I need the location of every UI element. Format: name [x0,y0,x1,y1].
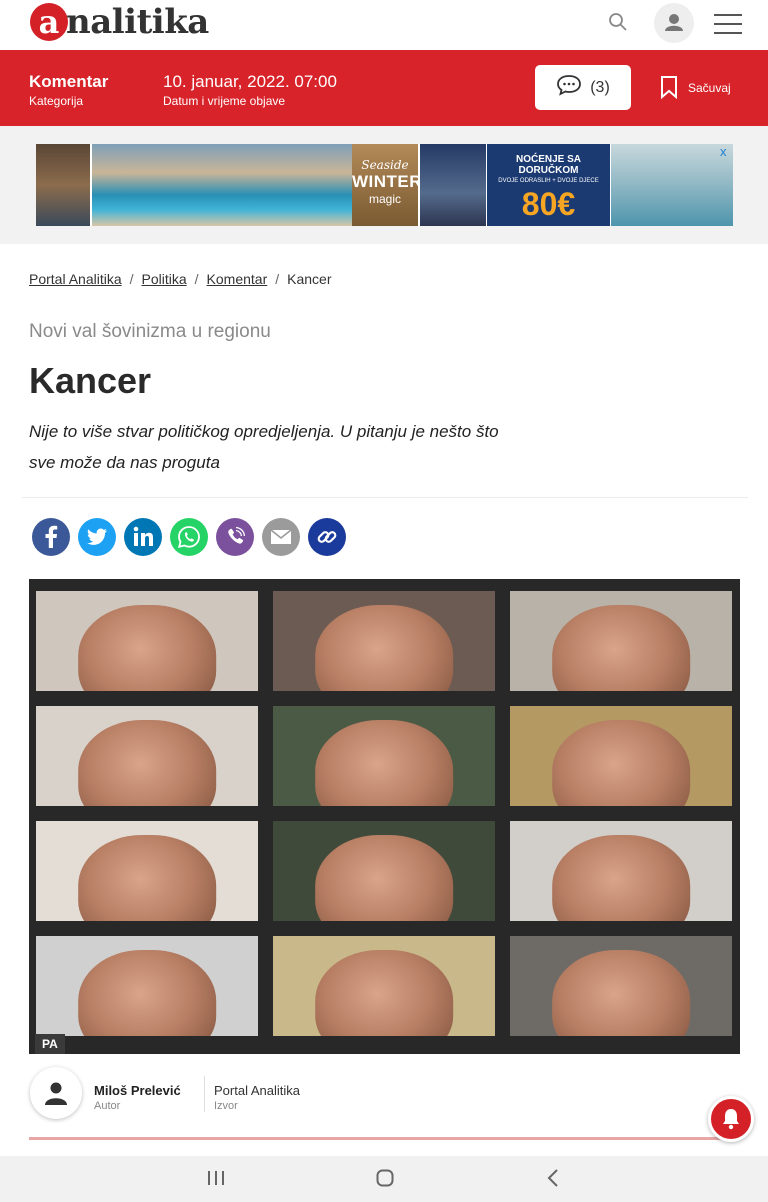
hamburger-menu-icon[interactable] [714,13,742,35]
bookmark-icon [660,75,678,102]
site-logo[interactable]: a nalitika [30,2,209,42]
whatsapp-icon[interactable] [170,518,208,556]
portrait-photo [36,706,258,806]
breadcrumb-politika[interactable]: Politika [142,271,187,287]
facebook-icon[interactable] [32,518,70,556]
portrait-photo [273,591,495,691]
top-navigation: a nalitika [0,0,768,50]
article-kicker: Novi val šovinizma u regionu [29,321,271,342]
twitter-icon[interactable] [78,518,116,556]
system-navigation-bar [0,1156,768,1202]
ad-photo-hotel [420,144,486,226]
breadcrumb-separator: / [129,271,134,287]
save-label: Sačuvaj [688,81,731,95]
viber-icon[interactable] [216,518,254,556]
ad-offer-title: NOĆENJE SA DORUČKOM [515,154,581,176]
copy-link-icon[interactable] [308,518,346,556]
search-icon[interactable] [606,10,630,34]
notification-bell-icon[interactable] [708,1096,754,1142]
email-icon[interactable] [262,518,300,556]
logo-letter: a [30,3,68,41]
breadcrumb-current: Kancer [287,271,332,287]
ad-winter-title: WINTER [352,172,423,191]
portrait-photo [36,591,258,691]
back-icon[interactable] [546,1168,560,1188]
author-avatar[interactable] [30,1067,82,1119]
publish-date: 10. januar, 2022. 07:00 [163,72,337,91]
home-icon[interactable] [375,1168,395,1188]
breadcrumb-komentar[interactable]: Komentar [207,271,268,287]
ad-winter-script: Seaside [361,158,409,172]
article-meta-bar: Komentar Kategorija 10. januar, 2022. 07… [0,50,768,126]
ad-offer-sub: DVOJE ODRASLIH + DVOJE DJECE [498,178,599,184]
share-bar [32,518,346,556]
publish-date-label: Datum i vrijeme objave [163,94,286,108]
ad-winter-sub: magic [368,192,401,206]
portrait-photo [36,821,258,921]
author-name[interactable]: Miloš Prelević [94,1083,181,1098]
author-role: Autor [94,1100,121,1112]
portrait-photo [273,706,495,806]
user-icon[interactable] [654,3,694,43]
comment-icon [556,74,582,101]
photo-credit: PA [35,1034,65,1054]
category-label: Kategorija [29,94,84,108]
portrait-photo [36,936,258,1036]
save-button[interactable]: Sačuvaj [660,72,731,104]
recent-apps-icon[interactable] [207,1170,225,1186]
portrait-photo [273,936,495,1036]
ad-offer-card: NOĆENJE SA DORUČKOM DVOJE ODRASLIH + DVO… [487,144,610,226]
breadcrumb-separator: / [194,271,199,287]
portrait-photo [510,706,732,806]
article-photo[interactable]: PA [29,579,740,1054]
category-name[interactable]: Komentar [29,72,108,92]
comments-count: (3) [590,78,610,96]
linkedin-icon[interactable] [124,518,162,556]
ad-photo-spa [611,144,733,226]
breadcrumb: Portal Analitika / Politika / Komentar /… [29,271,331,287]
ad-close-icon[interactable]: x [720,144,727,159]
breadcrumb-portal-analitika[interactable]: Portal Analitika [29,271,122,287]
logo-text: nalitika [66,2,209,42]
portrait-photo [510,821,732,921]
portrait-photo [510,591,732,691]
article-title: Kancer [29,360,152,401]
ad-offer-price: 80€ [521,186,576,222]
source-name: Portal Analitika [214,1083,300,1098]
divider [22,497,748,498]
breadcrumb-separator: / [275,271,280,287]
ad-banner[interactable]: Seaside WINTER magic NOĆENJE SA DORUČKOM… [36,144,733,226]
comments-button[interactable]: (3) [535,65,631,110]
portrait-photo [510,936,732,1036]
ad-winter-card: Seaside WINTER magic [352,144,423,226]
portrait-photo [273,821,495,921]
ad-zone: Seaside WINTER magic NOĆENJE SA DORUČKOM… [0,126,768,244]
ad-photo-interior [36,144,90,226]
article-lead: Nije to više stvar političkog opredjelje… [29,422,499,472]
source-role: Izvor [214,1100,238,1112]
ad-photo-pool [92,144,352,226]
author-separator [204,1076,205,1112]
section-underline [29,1137,740,1140]
